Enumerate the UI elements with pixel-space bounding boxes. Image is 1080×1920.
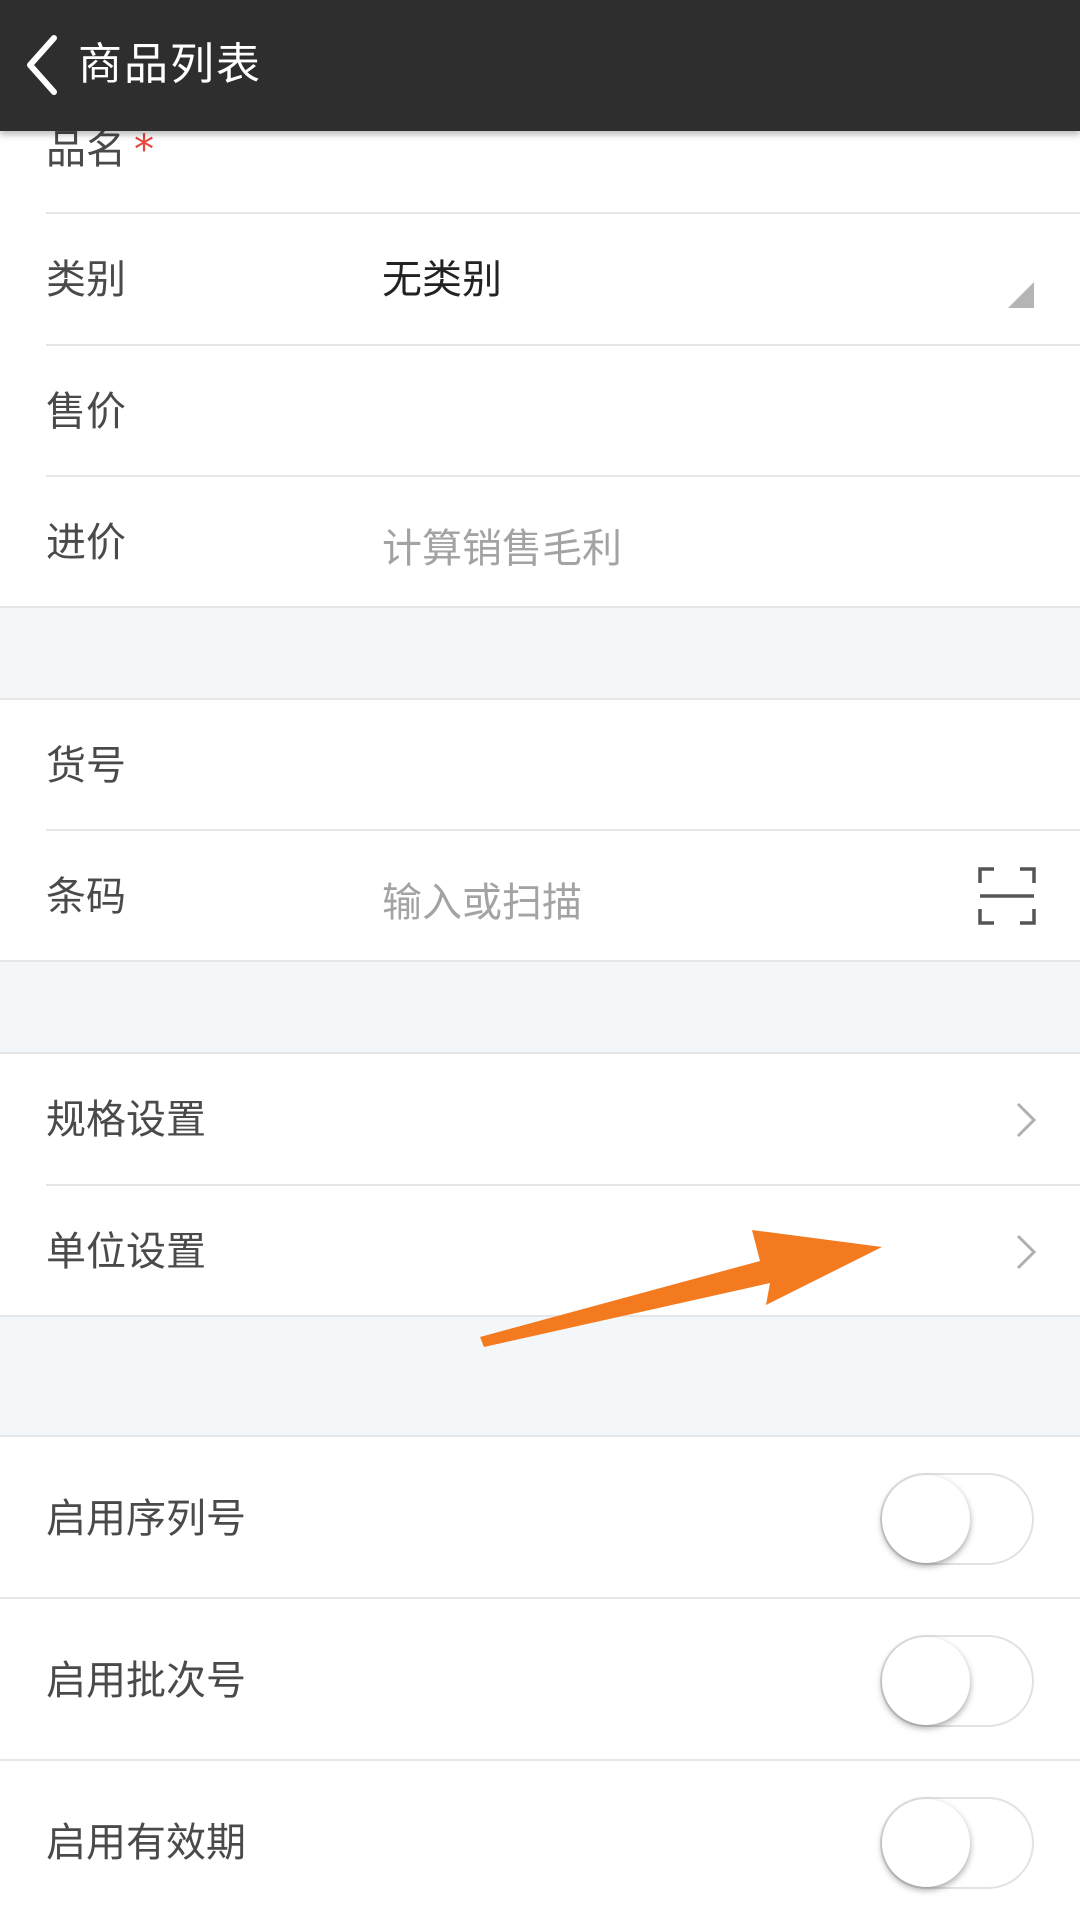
expiry-toggle[interactable] bbox=[880, 1797, 1034, 1889]
section-gap bbox=[0, 962, 1080, 1054]
expiry-row: 启用有效期 bbox=[0, 1761, 1080, 1920]
unit-settings-label: 单位设置 bbox=[46, 1229, 206, 1275]
batch-label: 启用批次号 bbox=[46, 1658, 246, 1704]
cost-price-input[interactable]: 计算销售毛利 bbox=[382, 523, 622, 575]
back-icon bbox=[27, 35, 57, 95]
batch-toggle[interactable] bbox=[880, 1635, 1034, 1727]
barcode-label: 条码 bbox=[46, 874, 126, 920]
item-no-row[interactable]: 货号 bbox=[0, 700, 1080, 831]
category-select[interactable]: 无类别 bbox=[382, 254, 502, 306]
batch-row: 启用批次号 bbox=[0, 1599, 1080, 1761]
form-content: 品名 * 类别 无类别 售价 进价 计算销售毛利 货号 条码 输入或扫描 规格设… bbox=[0, 0, 1080, 1920]
spec-settings-label: 规格设置 bbox=[46, 1097, 206, 1143]
category-row[interactable]: 类别 无类别 bbox=[0, 214, 1080, 346]
name-label: 品名 * bbox=[46, 127, 154, 173]
section-gap bbox=[0, 608, 1080, 700]
barcode-row[interactable]: 条码 输入或扫描 bbox=[0, 831, 1080, 962]
item-no-label: 货号 bbox=[46, 743, 126, 789]
category-label: 类别 bbox=[46, 257, 126, 303]
sale-price-label: 售价 bbox=[46, 389, 126, 435]
spec-settings-row[interactable]: 规格设置 bbox=[0, 1054, 1080, 1186]
app-header: 商品列表 bbox=[0, 0, 1080, 131]
dropdown-corner-icon bbox=[1008, 282, 1034, 308]
cost-price-row[interactable]: 进价 计算销售毛利 bbox=[0, 477, 1080, 608]
serial-label: 启用序列号 bbox=[46, 1496, 246, 1542]
annotation-arrow bbox=[480, 1230, 882, 1347]
toggle-knob bbox=[882, 1475, 970, 1563]
required-mark: * bbox=[134, 127, 154, 173]
back-button[interactable] bbox=[20, 30, 64, 100]
chevron-right-icon bbox=[1016, 1102, 1037, 1138]
expiry-label: 启用有效期 bbox=[46, 1820, 246, 1866]
sale-price-row[interactable]: 售价 bbox=[0, 346, 1080, 477]
scan-icon[interactable] bbox=[978, 867, 1036, 925]
chevron-right-icon bbox=[1016, 1234, 1037, 1270]
toggle-knob bbox=[882, 1637, 970, 1725]
cost-price-label: 进价 bbox=[46, 520, 126, 566]
page-title: 商品列表 bbox=[78, 39, 262, 90]
serial-toggle[interactable] bbox=[880, 1473, 1034, 1565]
toggle-knob bbox=[882, 1799, 970, 1887]
barcode-input[interactable]: 输入或扫描 bbox=[382, 877, 582, 929]
serial-row: 启用序列号 bbox=[0, 1437, 1080, 1599]
